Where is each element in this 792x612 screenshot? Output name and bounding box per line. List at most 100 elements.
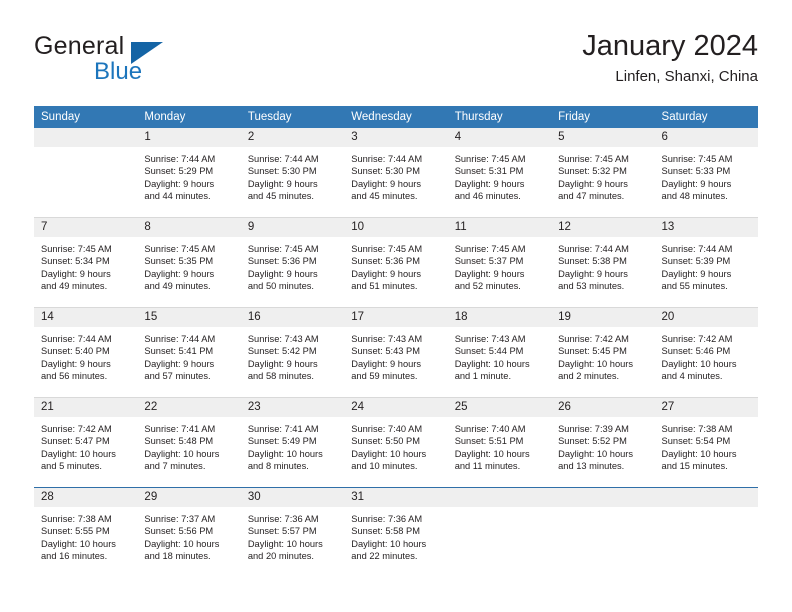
sunset-line: Sunset: 5:43 PM	[351, 346, 420, 357]
calendar-day-cell[interactable]: 20 Sunrise: 7:42 AM Sunset: 5:46 PM Dayligh…	[654, 308, 758, 397]
calendar-day-cell[interactable]: 22 Sunrise: 7:41 AM Sunset: 5:48 PM Dayligh…	[137, 398, 241, 487]
calendar-day-cell[interactable]: 19 Sunrise: 7:42 AM Sunset: 5:45 PM Dayligh…	[551, 308, 655, 397]
day-number: 21	[34, 398, 138, 417]
day-number: 6	[654, 128, 758, 147]
daylight-line-1: Daylight: 9 hours	[247, 178, 318, 189]
title-block: January 2024 Linfen, Shanxi, China	[582, 28, 758, 88]
calendar-day-cell[interactable]: 24 Sunrise: 7:40 AM Sunset: 5:50 PM Dayligh…	[344, 398, 448, 487]
general-blue-logo[interactable]: General Blue	[34, 32, 244, 94]
daylight-line-2: and 52 minutes.	[454, 281, 521, 292]
sunset-line: Sunset: 5:58 PM	[351, 526, 420, 537]
calendar-day-cell[interactable]: 26 Sunrise: 7:39 AM Sunset: 5:52 PM Dayligh…	[551, 398, 655, 487]
calendar-day-cell[interactable]: 18 Sunrise: 7:43 AM Sunset: 5:44 PM Dayligh…	[447, 308, 552, 397]
day-number: 9	[240, 218, 345, 237]
calendar-day-cell[interactable]: 16 Sunrise: 7:43 AM Sunset: 5:42 PM Dayligh…	[240, 308, 345, 397]
calendar-day-cell[interactable]: 14 Sunrise: 7:44 AM Sunset: 5:40 PM Dayligh…	[34, 308, 138, 397]
sunset-line: Sunset: 5:45 PM	[558, 346, 627, 357]
daylight-line-1: Daylight: 10 hours	[351, 448, 427, 459]
daylight-line-2: and 2 minutes.	[558, 371, 620, 382]
day-number: 2	[240, 128, 345, 147]
calendar-day-cell[interactable]: 9 Sunrise: 7:45 AM Sunset: 5:36 PM Daylight…	[240, 218, 345, 307]
day-details: Sunrise: 7:41 AM Sunset: 5:48 PM Daylight:…	[137, 417, 240, 473]
sunrise-line: Sunrise: 7:42 AM	[41, 424, 112, 434]
sunrise-line: Sunrise: 7:41 AM	[247, 424, 319, 434]
day-number: 27	[654, 398, 758, 417]
day-number: 19	[551, 308, 655, 327]
sunset-line: Sunset: 5:54 PM	[661, 436, 731, 447]
calendar-day-cell[interactable]: 28 Sunrise: 7:38 AM Sunset: 5:55 PM Dayligh…	[34, 488, 138, 577]
calendar-day-cell[interactable]: 10 Sunrise: 7:45 AM Sunset: 5:36 PM Dayligh…	[344, 218, 448, 307]
calendar-day-cell[interactable]: 1 Sunrise: 7:44 AM Sunset: 5:29 PM Daylight…	[137, 128, 241, 217]
daylight-line-2: and 53 minutes.	[558, 281, 625, 292]
daylight-line-1: Daylight: 9 hours	[351, 268, 422, 279]
calendar-day-cell[interactable]: 29 Sunrise: 7:37 AM Sunset: 5:56 PM Dayligh…	[137, 488, 241, 577]
sunset-line: Sunset: 5:56 PM	[144, 526, 214, 537]
day-details: Sunrise: 7:38 AM Sunset: 5:54 PM Daylight:…	[655, 417, 758, 473]
day-number: 25	[447, 398, 552, 417]
day-details: Sunrise: 7:38 AM Sunset: 5:55 PM Daylight:…	[34, 507, 137, 563]
calendar-day-cell[interactable]: 7 Sunrise: 7:45 AM Sunset: 5:34 PM Daylight…	[34, 218, 138, 307]
sunset-line: Sunset: 5:44 PM	[454, 346, 524, 357]
calendar-day-cell[interactable]: 3 Sunrise: 7:44 AM Sunset: 5:30 PM Daylight…	[344, 128, 448, 217]
daylight-line-1: Daylight: 10 hours	[41, 448, 116, 459]
sunset-line: Sunset: 5:57 PM	[247, 526, 317, 537]
day-details: Sunrise: 7:40 AM Sunset: 5:51 PM Daylight:…	[448, 417, 551, 473]
daylight-line-1: Daylight: 9 hours	[41, 268, 111, 279]
calendar-day-cell[interactable]: 30 Sunrise: 7:36 AM Sunset: 5:57 PM Dayligh…	[240, 488, 345, 577]
day-details: Sunrise: 7:36 AM Sunset: 5:58 PM Daylight:…	[344, 507, 447, 563]
calendar-day-cell[interactable]: 13 Sunrise: 7:44 AM Sunset: 5:39 PM Dayligh…	[654, 218, 758, 307]
sunrise-line: Sunrise: 7:41 AM	[144, 424, 216, 434]
day-number: 30	[240, 488, 345, 507]
day-number: 14	[34, 308, 138, 327]
calendar-day-cell[interactable]: 15 Sunrise: 7:44 AM Sunset: 5:41 PM Dayligh…	[137, 308, 241, 397]
daylight-line-2: and 49 minutes.	[144, 281, 211, 292]
sunset-line: Sunset: 5:34 PM	[41, 256, 110, 267]
sunrise-line: Sunrise: 7:40 AM	[454, 424, 526, 434]
day-number: 15	[137, 308, 241, 327]
daylight-line-1: Daylight: 10 hours	[41, 538, 116, 549]
day-details: Sunrise: 7:45 AM Sunset: 5:36 PM Daylight:…	[344, 237, 447, 293]
calendar-week-row: 21 Sunrise: 7:42 AM Sunset: 5:47 PM Dayligh…	[34, 397, 758, 488]
daylight-line-2: and 1 minute.	[454, 371, 512, 382]
calendar-day-cell[interactable]: 23 Sunrise: 7:41 AM Sunset: 5:49 PM Dayligh…	[240, 398, 345, 487]
sunrise-line: Sunrise: 7:38 AM	[661, 424, 733, 434]
sunrise-line: Sunrise: 7:39 AM	[558, 424, 629, 434]
calendar-day-cell[interactable]: 11 Sunrise: 7:45 AM Sunset: 5:37 PM Dayligh…	[447, 218, 552, 307]
calendar-day-cell[interactable]: 6 Sunrise: 7:45 AM Sunset: 5:33 PM Daylight…	[654, 128, 758, 217]
day-details: Sunrise: 7:44 AM Sunset: 5:30 PM Daylight:…	[344, 147, 447, 203]
day-details: Sunrise: 7:43 AM Sunset: 5:43 PM Daylight:…	[344, 327, 447, 383]
sunrise-line: Sunrise: 7:43 AM	[247, 334, 319, 344]
logo-text-general: General	[34, 32, 125, 60]
calendar-day-cell[interactable]: 8 Sunrise: 7:45 AM Sunset: 5:35 PM Daylight…	[137, 218, 241, 307]
sunrise-line: Sunrise: 7:44 AM	[558, 244, 629, 254]
calendar-day-cell[interactable]: 27 Sunrise: 7:38 AM Sunset: 5:54 PM Dayligh…	[654, 398, 758, 487]
sunset-line: Sunset: 5:33 PM	[661, 166, 731, 177]
daylight-line-1: Daylight: 10 hours	[661, 448, 737, 459]
daylight-line-1: Daylight: 9 hours	[144, 268, 215, 279]
day-number: 10	[344, 218, 448, 237]
day-details: Sunrise: 7:45 AM Sunset: 5:33 PM Daylight:…	[655, 147, 758, 203]
calendar-day-cell[interactable]: 25 Sunrise: 7:40 AM Sunset: 5:51 PM Dayligh…	[447, 398, 552, 487]
sunrise-line: Sunrise: 7:45 AM	[454, 154, 526, 164]
page-header: General Blue January 2024 Linfen, Shanxi…	[34, 28, 758, 98]
day-details: Sunrise: 7:43 AM Sunset: 5:42 PM Daylight:…	[241, 327, 344, 383]
sunrise-line: Sunrise: 7:45 AM	[661, 154, 733, 164]
daylight-line-2: and 58 minutes.	[247, 371, 314, 382]
sunrise-line: Sunrise: 7:43 AM	[351, 334, 423, 344]
daylight-line-1: Daylight: 9 hours	[454, 268, 525, 279]
calendar-day-cell[interactable]: 2 Sunrise: 7:44 AM Sunset: 5:30 PM Daylight…	[240, 128, 345, 217]
calendar-day-cell[interactable]: 31 Sunrise: 7:36 AM Sunset: 5:58 PM Dayligh…	[344, 488, 448, 577]
calendar-day-cell[interactable]: 5 Sunrise: 7:45 AM Sunset: 5:32 PM Daylight…	[551, 128, 655, 217]
day-number: 22	[137, 398, 241, 417]
day-number: 16	[240, 308, 345, 327]
calendar-day-cell[interactable]: 17 Sunrise: 7:43 AM Sunset: 5:43 PM Dayligh…	[344, 308, 448, 397]
day-number: 28	[34, 488, 138, 507]
daylight-line-1: Daylight: 9 hours	[661, 268, 732, 279]
daylight-line-1: Daylight: 10 hours	[454, 358, 530, 369]
calendar-day-cell[interactable]: 12 Sunrise: 7:44 AM Sunset: 5:38 PM Dayligh…	[551, 218, 655, 307]
sunset-line: Sunset: 5:52 PM	[558, 436, 627, 447]
sunset-line: Sunset: 5:48 PM	[144, 436, 214, 447]
calendar-day-cell[interactable]: 21 Sunrise: 7:42 AM Sunset: 5:47 PM Dayligh…	[34, 398, 138, 487]
sunrise-line: Sunrise: 7:44 AM	[144, 154, 216, 164]
calendar-day-cell[interactable]: 4 Sunrise: 7:45 AM Sunset: 5:31 PM Daylight…	[447, 128, 552, 217]
